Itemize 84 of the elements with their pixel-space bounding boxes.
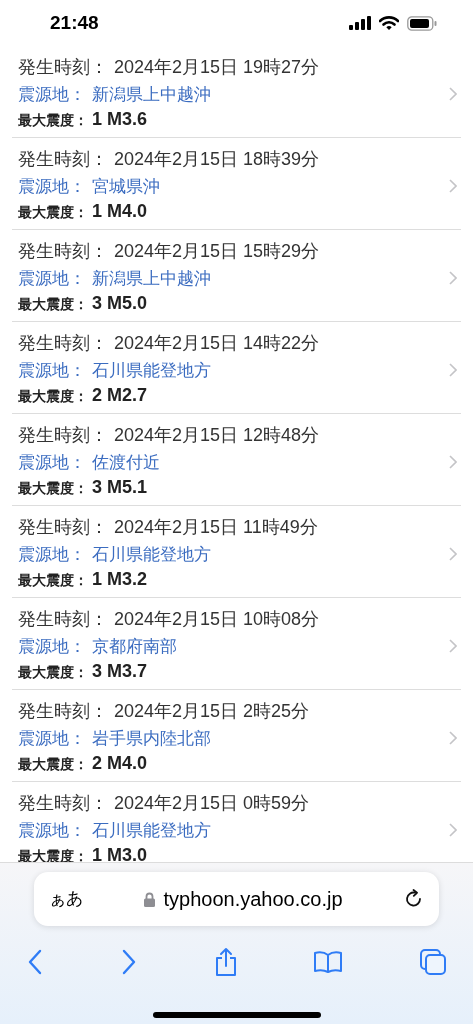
intensity-label: 最大震度： xyxy=(18,754,88,774)
url-text: typhoon.yahoo.co.jp xyxy=(163,887,343,912)
epicenter-label: 震源地： xyxy=(18,267,86,290)
time-label: 発生時刻： xyxy=(18,331,108,355)
chevron-icon xyxy=(449,822,457,837)
share-icon[interactable] xyxy=(213,947,238,977)
intensity-label: 最大震度： xyxy=(18,110,88,130)
intensity-value: 3 M5.0 xyxy=(92,291,148,315)
signal-icon xyxy=(349,16,371,30)
earthquake-list-item[interactable]: 発生時刻： 2024年2月15日 19時27分 震源地： 新潟県上中越沖 最大震度： 1 M3.6 xyxy=(12,46,461,138)
status-time: 21:48 xyxy=(50,10,99,35)
intensity-value: 2 M4.0 xyxy=(92,751,148,775)
time-label: 発生時刻： xyxy=(18,239,108,263)
earthquake-list-item[interactable]: 発生時刻： 2024年2月15日 18時39分 震源地： 宮城県沖 最大震度： 1 M4.0 xyxy=(12,138,461,230)
intensity-value: 1 M4.0 xyxy=(92,199,148,223)
chevron-icon xyxy=(449,86,457,101)
time-label: 発生時刻： xyxy=(18,791,108,815)
epicenter-label: 震源地： xyxy=(18,727,86,750)
time-label: 発生時刻： xyxy=(18,55,108,79)
epicenter-value: 新潟県上中越沖 xyxy=(92,267,211,290)
time-value: 2024年2月15日 15時29分 xyxy=(114,239,320,263)
epicenter-label: 震源地： xyxy=(18,359,86,382)
epicenter-label: 震源地： xyxy=(18,819,86,842)
time-label: 発生時刻： xyxy=(18,423,108,447)
chevron-icon xyxy=(449,546,457,561)
intensity-label: 最大震度： xyxy=(18,386,88,406)
lock-icon xyxy=(144,891,156,907)
intensity-value: 1 M3.6 xyxy=(92,107,148,131)
battery-icon xyxy=(407,15,437,31)
intensity-label: 最大震度： xyxy=(18,846,88,862)
epicenter-value: 石川県能登地方 xyxy=(92,359,211,382)
chevron-icon xyxy=(449,730,457,745)
earthquake-list-item[interactable]: 発生時刻： 2024年2月15日 12時48分 震源地： 佐渡付近 最大震度： 3 M5.1 xyxy=(12,414,461,506)
epicenter-label: 震源地： xyxy=(18,543,86,566)
time-value: 2024年2月15日 11時49分 xyxy=(114,515,318,539)
tabs-icon[interactable] xyxy=(419,948,447,976)
intensity-value: 3 M5.1 xyxy=(92,475,148,499)
intensity-label: 最大震度： xyxy=(18,202,88,222)
time-value: 2024年2月15日 0時59分 xyxy=(114,791,310,815)
epicenter-value: 石川県能登地方 xyxy=(92,819,211,842)
chevron-icon xyxy=(449,178,457,193)
chevron-icon xyxy=(449,270,457,285)
time-value: 2024年2月15日 19時27分 xyxy=(114,55,320,79)
intensity-value: 1 M3.0 xyxy=(92,843,148,862)
earthquake-list-item[interactable]: 発生時刻： 2024年2月15日 11時49分 震源地： 石川県能登地方 最大震度： 1 M3.2 xyxy=(12,506,461,598)
reload-icon[interactable] xyxy=(404,889,424,909)
epicenter-value: 新潟県上中越沖 xyxy=(92,83,211,106)
earthquake-list-item[interactable]: 発生時刻： 2024年2月15日 15時29分 震源地： 新潟県上中越沖 最大震度： 3 M5.0 xyxy=(12,230,461,322)
intensity-value: 3 M3.7 xyxy=(92,659,148,683)
epicenter-value: 宮城県沖 xyxy=(92,175,160,198)
time-value: 2024年2月15日 10時08分 xyxy=(114,607,320,631)
time-value: 2024年2月15日 2時25分 xyxy=(114,699,310,723)
time-label: 発生時刻： xyxy=(18,699,108,723)
wifi-icon xyxy=(379,15,399,31)
earthquake-list-item[interactable]: 発生時刻： 2024年2月15日 2時25分 震源地： 岩手県内陸北部 最大震度： 2 M4.0 xyxy=(12,690,461,782)
epicenter-value: 佐渡付近 xyxy=(92,451,160,474)
earthquake-list-item[interactable]: 発生時刻： 2024年2月15日 10時08分 震源地： 京都府南部 最大震度： 3 M3.7 xyxy=(12,598,461,690)
text-size-button[interactable]: ぁあ xyxy=(49,886,83,912)
intensity-label: 最大震度： xyxy=(18,662,88,682)
time-label: 発生時刻： xyxy=(18,147,108,171)
back-icon[interactable] xyxy=(26,949,44,975)
book-icon[interactable] xyxy=(313,950,344,974)
time-value: 2024年2月15日 14時22分 xyxy=(114,331,320,355)
epicenter-value: 京都府南部 xyxy=(92,635,177,658)
epicenter-label: 震源地： xyxy=(18,83,86,106)
chevron-icon xyxy=(449,638,457,653)
epicenter-label: 震源地： xyxy=(18,175,86,198)
earthquake-list-item[interactable]: 発生時刻： 2024年2月15日 14時22分 震源地： 石川県能登地方 最大震度： 2 M2.7 xyxy=(12,322,461,414)
intensity-value: 2 M2.7 xyxy=(92,383,148,407)
epicenter-label: 震源地： xyxy=(18,451,86,474)
epicenter-value: 石川県能登地方 xyxy=(92,543,211,566)
epicenter-label: 震源地： xyxy=(18,635,86,658)
time-value: 2024年2月15日 18時39分 xyxy=(114,147,320,171)
intensity-value: 1 M3.2 xyxy=(92,567,148,591)
intensity-label: 最大震度： xyxy=(18,294,88,314)
address-bar[interactable]: ぁあ typhoon.yahoo.co.jp xyxy=(34,872,439,926)
intensity-label: 最大震度： xyxy=(18,570,88,590)
time-value: 2024年2月15日 12時48分 xyxy=(114,423,320,447)
time-label: 発生時刻： xyxy=(18,515,108,539)
chevron-icon xyxy=(449,362,457,377)
time-label: 発生時刻： xyxy=(18,607,108,631)
intensity-label: 最大震度： xyxy=(18,478,88,498)
epicenter-value: 岩手県内陸北部 xyxy=(92,727,211,750)
chevron-icon xyxy=(449,454,457,469)
